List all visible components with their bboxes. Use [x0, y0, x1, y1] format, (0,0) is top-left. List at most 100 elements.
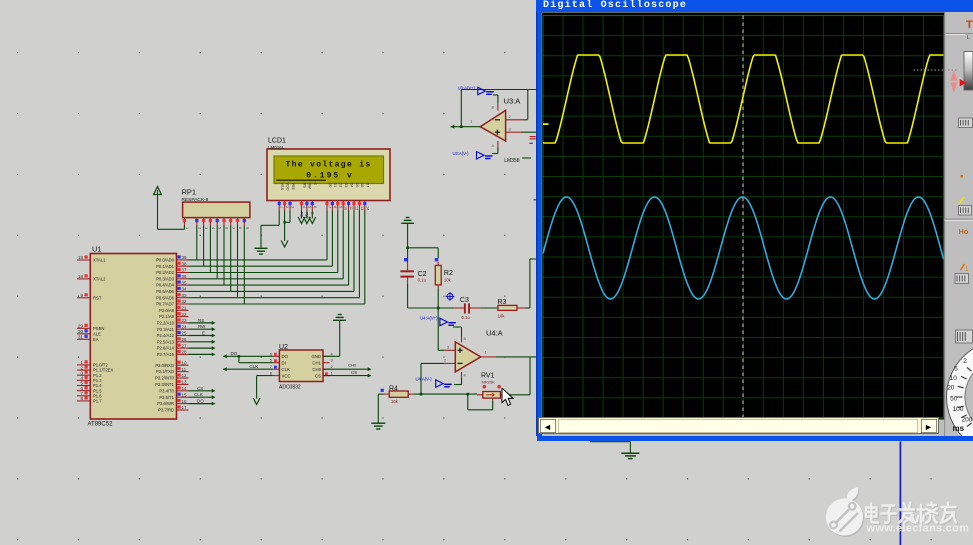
svg-text:11: 11: [182, 367, 187, 372]
svg-text:12: 12: [182, 373, 188, 378]
svg-text:19: 19: [78, 255, 84, 260]
svg-text:9: 9: [245, 227, 249, 229]
svg-text:D1: D1: [333, 183, 337, 188]
svg-text:8: 8: [492, 105, 495, 110]
svg-text:30: 30: [78, 329, 84, 334]
svg-text:22: 22: [182, 312, 188, 317]
svg-text:1: 1: [470, 119, 473, 124]
svg-text:4: 4: [331, 351, 334, 356]
svg-text:U3:A(V-): U3:A(V-): [452, 151, 469, 156]
svg-text:P3.5/T1: P3.5/T1: [159, 395, 174, 400]
svg-text:23: 23: [182, 318, 188, 323]
svg-text:RV1: RV1: [481, 373, 495, 380]
svg-text:E: E: [202, 330, 205, 335]
svg-text:29: 29: [78, 324, 84, 329]
svg-text:P3.2/INT0: P3.2/INT0: [155, 376, 175, 381]
svg-text:RESPACK-8: RESPACK-8: [182, 197, 209, 203]
svg-text:The voltage is: The voltage is: [285, 160, 371, 169]
svg-text:DO: DO: [197, 399, 204, 404]
svg-text:D7: D7: [366, 183, 370, 188]
svg-text:13: 13: [182, 380, 188, 385]
svg-text:5: 5: [307, 206, 311, 208]
svg-text:CLK: CLK: [194, 392, 203, 397]
svg-text:10: 10: [182, 360, 188, 365]
svg-text:10: 10: [950, 375, 958, 382]
svg-text:EA: EA: [93, 337, 99, 342]
svg-text:P1.7: P1.7: [93, 399, 102, 404]
svg-text:D6: D6: [360, 183, 364, 188]
svg-text:2: 2: [444, 358, 447, 363]
svg-text:4: 4: [492, 143, 495, 148]
svg-text:VDD: VDD: [285, 183, 289, 191]
svg-text:XTAL2: XTAL2: [93, 277, 106, 282]
svg-text:VEE: VEE: [291, 183, 295, 191]
svg-text:17: 17: [182, 405, 188, 410]
svg-text:18: 18: [78, 274, 84, 279]
svg-text:P2.0/A8: P2.0/A8: [159, 308, 175, 313]
svg-text:P0.0/AD0: P0.0/AD0: [156, 258, 175, 263]
svg-text:14: 14: [182, 386, 188, 391]
svg-text:20: 20: [947, 385, 955, 392]
svg-text:3: 3: [204, 227, 208, 229]
svg-text:10k: 10k: [391, 399, 399, 404]
svg-text:1: 1: [185, 227, 189, 229]
svg-text:U4:A(V-): U4:A(V-): [415, 377, 432, 382]
svg-text:P0.3/AD3: P0.3/AD3: [156, 276, 175, 281]
svg-text:7: 7: [328, 206, 332, 208]
svg-text:LCD1: LCD1: [268, 138, 286, 145]
svg-text:Ho: Ho: [959, 227, 969, 236]
svg-text:28: 28: [182, 350, 188, 355]
svg-text:P3.4/T0: P3.4/T0: [159, 388, 174, 393]
svg-text:50: 50: [950, 396, 958, 403]
svg-text:L: L: [967, 35, 970, 41]
svg-text:200: 200: [962, 417, 973, 424]
svg-text:11: 11: [349, 206, 353, 210]
svg-text:12: 12: [355, 206, 359, 210]
svg-text:4: 4: [464, 373, 467, 378]
svg-text:CLK: CLK: [282, 367, 290, 372]
svg-text:DI: DI: [282, 361, 286, 366]
svg-text:D0: D0: [328, 183, 332, 188]
svg-text:3: 3: [291, 206, 295, 208]
svg-text:1: 1: [485, 350, 488, 355]
svg-text:D5: D5: [355, 183, 359, 188]
svg-text:36: 36: [182, 274, 188, 279]
svg-text:13: 13: [360, 206, 364, 210]
svg-text:31: 31: [78, 335, 84, 340]
svg-text:CS: CS: [315, 373, 321, 378]
svg-text:0.1u: 0.1u: [462, 315, 471, 320]
svg-text:4: 4: [302, 206, 306, 208]
svg-text:XTAL1: XTAL1: [93, 258, 106, 263]
svg-text:24: 24: [182, 324, 188, 329]
svg-text:100: 100: [953, 406, 964, 413]
svg-text:PSEN: PSEN: [93, 326, 104, 331]
svg-text:7: 7: [270, 364, 273, 369]
svg-text:LM358: LM358: [504, 158, 520, 164]
svg-text:RW: RW: [198, 324, 206, 329]
svg-text:P0.2/AD2: P0.2/AD2: [156, 270, 175, 275]
svg-text:CS: CS: [351, 370, 357, 375]
svg-text:E: E: [313, 183, 317, 186]
svg-text:DO: DO: [282, 354, 289, 359]
svg-text:P3.6/WR: P3.6/WR: [157, 401, 174, 406]
svg-text:ALE: ALE: [93, 331, 101, 336]
svg-text:U3:A(V+): U3:A(V+): [458, 86, 476, 91]
svg-text:U1: U1: [92, 245, 102, 254]
svg-text:2: 2: [509, 114, 512, 119]
svg-text:3: 3: [447, 345, 450, 350]
svg-text:C3: C3: [460, 297, 469, 304]
svg-text:CLK: CLK: [250, 364, 259, 369]
svg-text:P2.5/A13: P2.5/A13: [157, 339, 175, 344]
svg-text:CH0: CH0: [348, 363, 357, 368]
svg-text:6: 6: [225, 227, 229, 229]
svg-text:AT89C52: AT89C52: [88, 422, 114, 428]
svg-text:T: T: [966, 19, 973, 31]
svg-text:34: 34: [182, 287, 188, 292]
svg-text:LM016L: LM016L: [268, 145, 285, 150]
svg-text:P2.3/A11: P2.3/A11: [157, 327, 175, 332]
svg-text:38: 38: [182, 261, 188, 266]
svg-text:5: 5: [218, 227, 222, 229]
svg-text:8: 8: [80, 396, 83, 401]
svg-text:15: 15: [182, 392, 188, 397]
svg-text:10: 10: [344, 206, 348, 210]
